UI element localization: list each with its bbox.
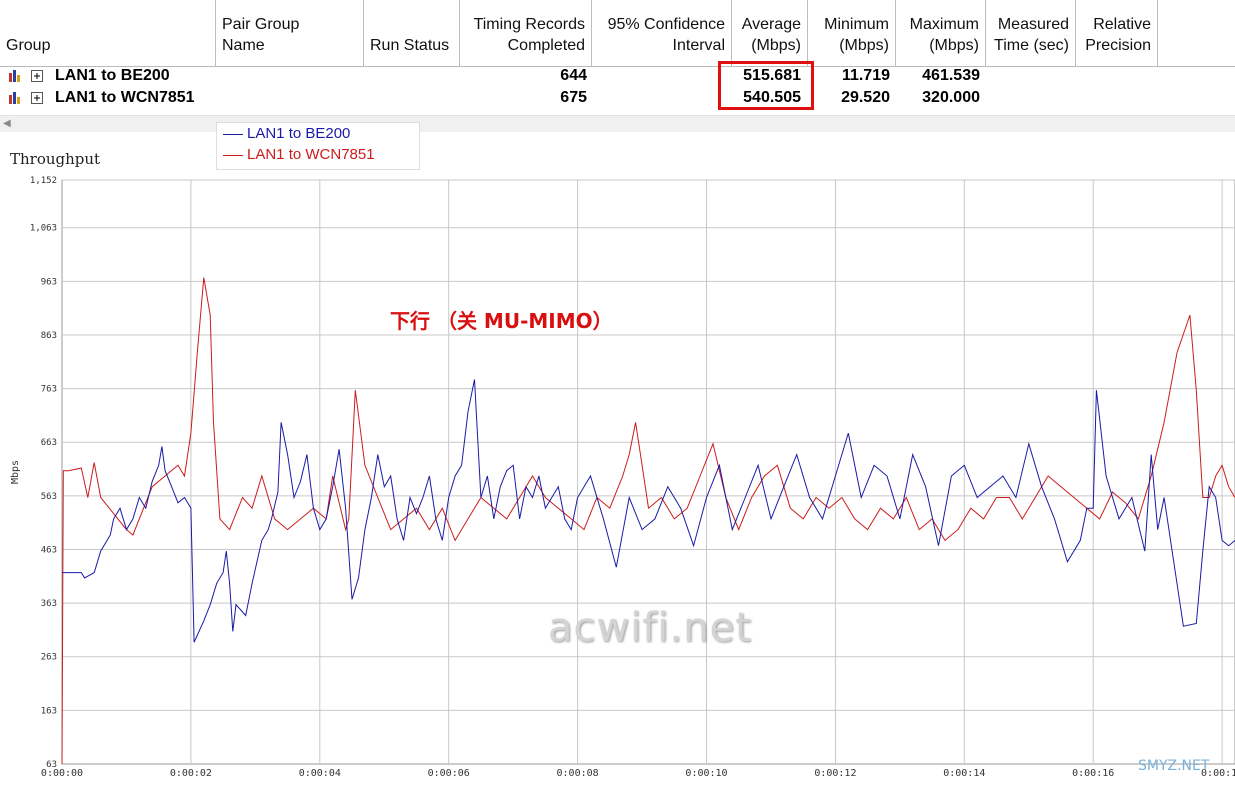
minimum-value: 11.719 (841, 67, 890, 84)
x-tick-label: 0:00:16 (1072, 768, 1114, 779)
column-header-label: Pair Group Name (222, 16, 300, 54)
table-row[interactable]: LAN1 to WCN7851 675 540.505 29.520 320.0… (0, 88, 1235, 110)
column-header-minimum[interactable]: Minimum (Mbps) (808, 0, 896, 66)
column-header-label: Average (Mbps) (741, 16, 801, 54)
column-header-maximum[interactable]: Maximum (Mbps) (896, 0, 986, 66)
y-tick-label: 163 (41, 706, 57, 716)
results-table: Group Pair Group Name Run Status Timing … (0, 0, 1235, 112)
pair-name: LAN1 to WCN7851 (55, 89, 195, 106)
average-highlight-box (718, 61, 814, 110)
y-tick-label: 663 (41, 438, 57, 448)
column-header-label: Run Status (370, 37, 450, 54)
scroll-left-arrow-icon[interactable]: ◀ (3, 118, 11, 129)
y-tick-label: 963 (41, 277, 57, 287)
records-value: 644 (560, 67, 587, 84)
column-header-measured-time[interactable]: Measured Time (sec) (986, 0, 1076, 66)
column-header-label: 95% Confidence Interval (607, 16, 725, 54)
y-tick-label: 863 (41, 331, 57, 341)
chart-bars-icon (9, 92, 20, 104)
column-header-confidence-interval[interactable]: 95% Confidence Interval (592, 0, 732, 66)
y-tick-label: 463 (41, 545, 57, 555)
x-tick-label: 0:00:12 (814, 768, 856, 779)
column-header-run-status[interactable]: Run Status (364, 0, 460, 66)
maximum-value: 320.000 (922, 89, 980, 106)
legend-label: LAN1 to WCN7851 (247, 146, 375, 163)
chart-title: Throughput (10, 150, 101, 168)
maximum-value: 461.539 (922, 67, 980, 84)
column-header-group[interactable]: Group (0, 0, 216, 66)
y-tick-label: 363 (41, 599, 57, 609)
legend-item: LAN1 to WCN7851 (223, 145, 375, 165)
y-tick-label: 1,063 (30, 224, 57, 234)
chart-annotation: 下行 （关 MU-MIMO） (390, 309, 613, 333)
legend-label: LAN1 to BE200 (247, 125, 351, 142)
column-header-label: Timing Records Completed (473, 16, 585, 54)
minimum-value: 29.520 (841, 89, 890, 106)
watermark: acwifi.net (548, 605, 752, 651)
column-header-label: Minimum (Mbps) (824, 16, 889, 54)
column-header-label: Maximum (Mbps) (909, 16, 979, 54)
table-header: Group Pair Group Name Run Status Timing … (0, 0, 1235, 67)
column-header-label: Measured Time (sec) (994, 16, 1069, 54)
horizontal-scrollbar[interactable]: ◀ (0, 115, 1235, 132)
throughput-chart: 631632633634635636637638639631,0631,1520… (10, 176, 1235, 779)
x-tick-label: 0:00:04 (299, 768, 341, 779)
x-tick-label: 0:00:06 (428, 768, 470, 779)
column-header-label: Group (6, 37, 51, 54)
y-tick-label: 563 (41, 492, 57, 502)
chart-bars-icon (9, 70, 20, 82)
column-header-label: Relative Precision (1085, 16, 1151, 54)
x-tick-label: 0:00:08 (557, 768, 599, 779)
corner-watermark: SMYZ.NET (1138, 758, 1210, 774)
plot-area (61, 179, 1235, 765)
legend-item: LAN1 to BE200 (223, 124, 350, 144)
column-header-average[interactable]: Average (Mbps) (732, 0, 808, 66)
x-tick-label: 0:00:02 (170, 768, 212, 779)
x-tick-label: 0:00:00 (41, 768, 83, 779)
y-tick-label: 763 (41, 385, 57, 395)
records-value: 675 (560, 89, 587, 106)
table-row[interactable]: LAN1 to BE200 644 515.681 11.719 461.539 (0, 66, 1235, 88)
legend-swatch (223, 154, 243, 156)
column-header-relative-precision[interactable]: Relative Precision (1076, 0, 1158, 66)
y-axis-label: Mbps (10, 460, 21, 484)
legend-swatch (223, 133, 243, 135)
x-tick-label: 0:00:10 (685, 768, 727, 779)
expand-plus-icon[interactable] (31, 92, 43, 104)
expand-plus-icon[interactable] (31, 70, 43, 82)
column-header-pair-group-name[interactable]: Pair Group Name (216, 0, 364, 66)
y-tick-label: 1,152 (30, 176, 57, 186)
column-header-timing-records[interactable]: Timing Records Completed (460, 0, 592, 66)
chart-legend: LAN1 to BE200 LAN1 to WCN7851 (216, 122, 420, 170)
pair-name: LAN1 to BE200 (55, 67, 170, 84)
x-tick-label: 0:00:14 (943, 768, 985, 779)
y-tick-label: 263 (41, 653, 57, 663)
